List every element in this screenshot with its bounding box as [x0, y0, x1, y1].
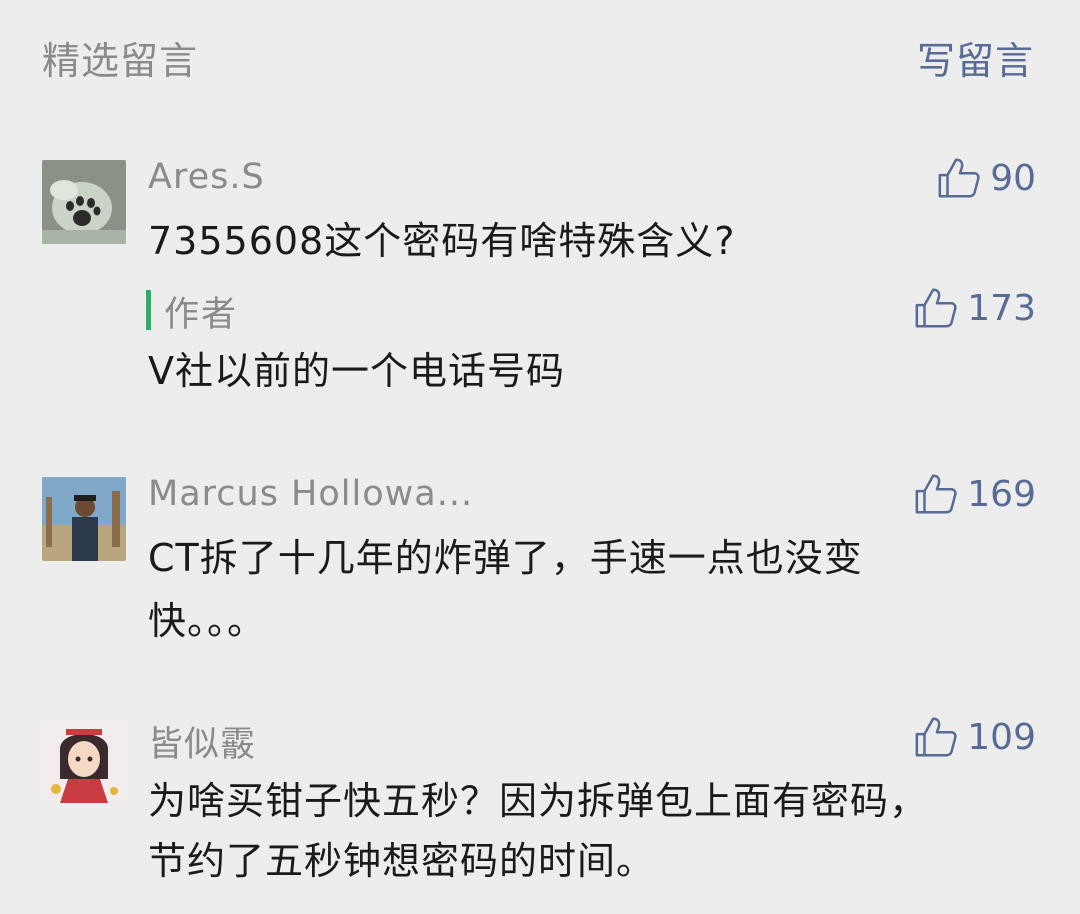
author-reply-text: V社以前的一个电话号码	[148, 349, 565, 393]
avatar-anime-girl-image	[42, 719, 126, 803]
author-label: 作者	[164, 295, 239, 335]
avatar[interactable]	[42, 477, 126, 561]
like-count: 90	[990, 157, 1036, 199]
like-count: 109	[967, 716, 1036, 758]
like-count: 169	[967, 473, 1036, 515]
write-comment-button[interactable]: 写留言	[917, 30, 1034, 85]
comment-text: 7355608这个密码有啥特殊含义?	[148, 219, 736, 263]
like-button[interactable]: 109	[913, 714, 1036, 760]
like-button[interactable]: 169	[913, 471, 1036, 517]
thumbs-up-icon	[915, 474, 957, 514]
section-title: 精选留言	[42, 39, 199, 83]
thumbs-up-icon	[938, 158, 980, 198]
avatar[interactable]	[42, 719, 126, 803]
comment-text-line: 为啥买钳子快五秒？因为拆弹包上面有密码，	[148, 779, 929, 823]
like-count: 173	[967, 287, 1036, 329]
thumbs-up-icon	[915, 288, 957, 328]
avatar[interactable]	[42, 160, 126, 244]
commenter-name[interactable]: Ares.S	[148, 157, 265, 197]
commenter-name[interactable]: Marcus Hollowa...	[148, 474, 473, 514]
like-button[interactable]: 173	[913, 285, 1036, 331]
comment-text-line: 节约了五秒钟想密码的时间。	[148, 839, 656, 883]
commenter-name[interactable]: 皆似霰	[148, 716, 256, 767]
like-button[interactable]: 90	[936, 155, 1036, 201]
comment-text-line: CT拆了十几年的炸弹了，手速一点也没变	[148, 536, 863, 580]
avatar-character-image	[42, 477, 126, 561]
comment-text-line: 快。。。	[148, 599, 267, 643]
author-reply-bar	[146, 290, 151, 330]
avatar-cat-paw-image	[42, 160, 126, 244]
comments-header: 精选留言 写留言	[0, 0, 1080, 120]
thumbs-up-icon	[915, 717, 957, 757]
